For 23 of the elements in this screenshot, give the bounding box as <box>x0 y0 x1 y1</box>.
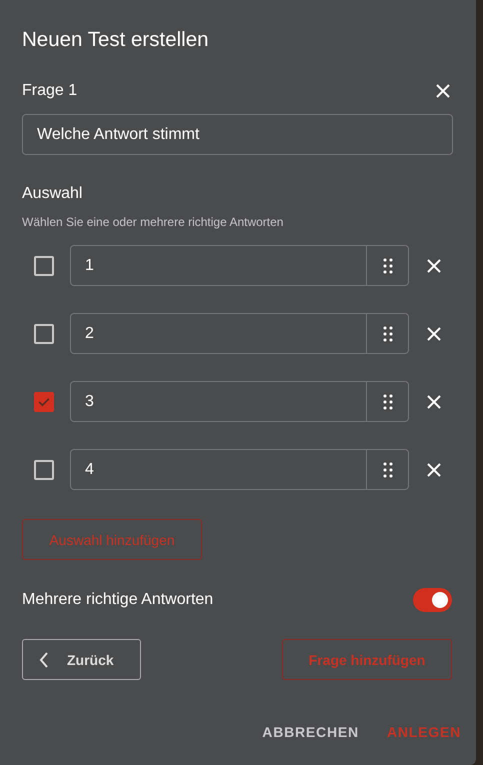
delete-icon[interactable] <box>425 460 443 478</box>
section-label: Auswahl <box>22 185 84 203</box>
hint-text: Wählen Sie eine oder mehrere richtige Antworten <box>22 215 284 229</box>
toggle-label: Mehrere richtige Antworten <box>22 591 214 609</box>
answer-field[interactable]: 2 <box>70 313 409 354</box>
chevron-left-icon <box>39 652 49 668</box>
close-icon[interactable] <box>434 82 452 100</box>
checkbox[interactable] <box>34 256 54 276</box>
delete-icon[interactable] <box>425 256 443 274</box>
checkbox[interactable] <box>34 324 54 344</box>
delete-icon[interactable] <box>425 324 443 342</box>
question-field[interactable]: Welche Antwort stimmt <box>22 114 453 155</box>
answer-field[interactable]: 4 <box>70 449 409 490</box>
cancel-button[interactable]: ABBRECHEN <box>262 724 359 740</box>
checkbox[interactable] <box>34 460 54 480</box>
checkbox[interactable] <box>34 392 54 412</box>
toggle-switch[interactable] <box>413 588 452 612</box>
question-label: Frage 1 <box>22 82 78 100</box>
delete-icon[interactable] <box>425 392 443 410</box>
back-button[interactable]: Zurück <box>22 639 141 680</box>
answer-field[interactable]: 3 <box>70 381 409 422</box>
dialog-title: Neuen Test erstellen <box>22 27 210 53</box>
answer-field[interactable]: 1 <box>70 245 409 286</box>
